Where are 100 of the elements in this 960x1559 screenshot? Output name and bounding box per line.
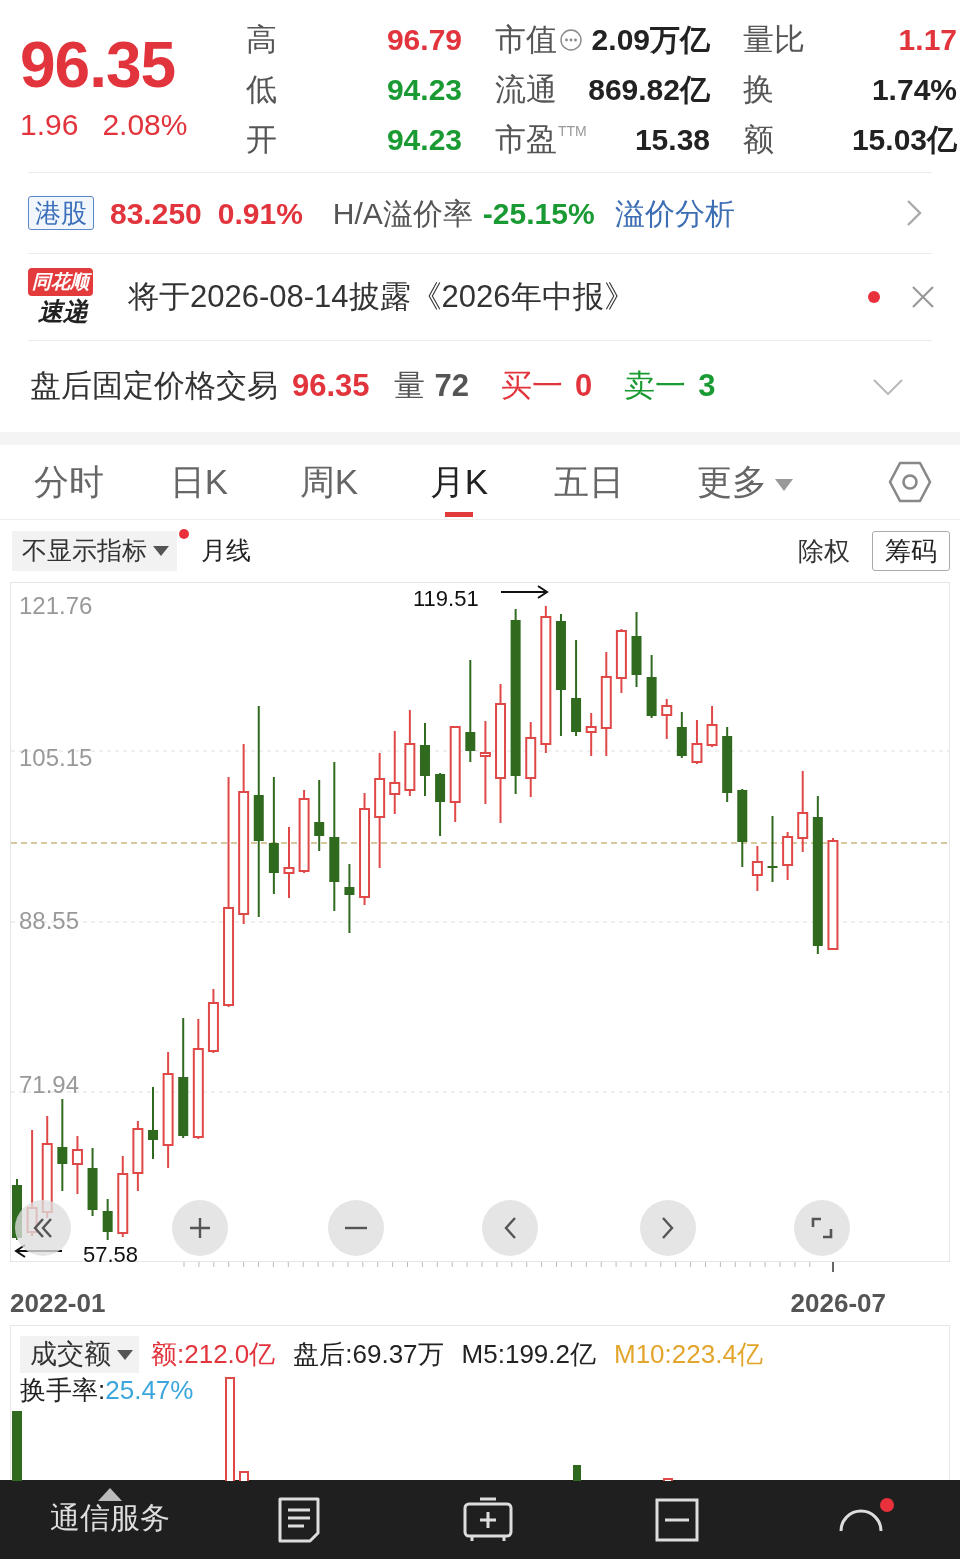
high-price-label: 119.51 <box>413 586 479 611</box>
stat-label: 开 <box>246 121 277 159</box>
candlestick <box>435 772 446 837</box>
next-button[interactable] <box>640 1200 696 1256</box>
after-hours-price: 96.35 <box>292 367 370 406</box>
caret-down-icon <box>153 546 169 556</box>
close-icon[interactable] <box>912 286 934 308</box>
y-axis-label: 88.55 <box>19 907 80 934</box>
stat-label: 市值 <box>495 21 557 59</box>
stat-label: 量比 <box>743 21 805 59</box>
caret-up-icon <box>97 1488 122 1501</box>
chart-tab[interactable]: 日K <box>134 445 264 519</box>
volume-bar <box>12 1411 22 1481</box>
candlestick <box>71 1135 83 1195</box>
candlestick <box>344 863 355 934</box>
legend-value: 额:212.0亿 <box>151 1338 276 1371</box>
notes-icon[interactable] <box>276 1495 321 1544</box>
bid-value: 0 <box>575 367 593 406</box>
volume-value: 72 <box>434 367 470 406</box>
chip-distribution-button[interactable]: 筹码 <box>872 531 950 571</box>
previous-button[interactable] <box>482 1200 538 1256</box>
legend-value: M5:199.2亿 <box>461 1338 596 1371</box>
stat-value: 94.23 <box>386 72 462 108</box>
stat-label: 低 <box>246 71 277 109</box>
stat-label: 高 <box>246 21 277 59</box>
x-axis-label: 2022-01 <box>10 1287 106 1320</box>
settings-icon[interactable] <box>888 461 932 503</box>
candlestick <box>102 1198 113 1241</box>
plus-icon <box>189 1217 211 1239</box>
minus-square-icon[interactable] <box>653 1496 700 1543</box>
hk-price: 83.250 <box>110 195 202 232</box>
chevron-right-icon <box>662 1217 674 1239</box>
logo-subtitle: 速递 <box>37 296 90 326</box>
fullscreen-button[interactable] <box>794 1200 850 1256</box>
double-chevron-left-icon <box>32 1217 54 1239</box>
period-label: 月线 <box>201 535 251 567</box>
stat-label: 市盈$^{TTM}$ <box>495 121 587 159</box>
chart-tab[interactable]: 分时 <box>4 445 134 519</box>
candlestick <box>767 815 778 883</box>
chevron-left-icon <box>504 1217 516 1239</box>
low-price-label: 57.58 <box>83 1242 139 1267</box>
candlestick <box>676 711 687 759</box>
candlestick <box>207 988 219 1054</box>
adjust-toggle[interactable]: 除权 <box>798 531 850 571</box>
candlestick <box>646 654 657 719</box>
ask-value: 3 <box>698 367 716 406</box>
scroll-to-start-button[interactable] <box>15 1200 71 1256</box>
hk-percent-change: 0.91% <box>217 195 303 232</box>
candlestick <box>691 719 703 765</box>
pointer-arrow <box>500 585 549 599</box>
add-window-icon[interactable] <box>461 1495 514 1544</box>
x-axis-label: 2026-07 <box>790 1287 886 1320</box>
expand-icon <box>811 1217 833 1239</box>
stat-label: 换 <box>743 71 774 109</box>
y-axis-label: 105.15 <box>19 744 93 771</box>
candlestick <box>585 712 597 757</box>
stat-value: 15.03亿 <box>851 122 957 158</box>
caret-down-icon <box>775 478 793 491</box>
chart-tab[interactable]: 更多 <box>670 445 820 519</box>
stat-label: 额 <box>743 121 774 159</box>
logo-title: 同花顺 <box>28 268 93 296</box>
legend-value: 盘后:69.37万 <box>293 1338 444 1371</box>
candlestick <box>87 1147 98 1217</box>
y-axis-label: 71.94 <box>19 1071 80 1098</box>
stat-value: 1.17 <box>898 22 957 58</box>
stat-value: 15.38 <box>634 122 710 158</box>
zoom-in-button[interactable] <box>172 1200 228 1256</box>
info-icon[interactable] <box>560 29 582 51</box>
last-price: 96.35 <box>20 33 177 97</box>
candlestick <box>615 628 627 694</box>
premium-analysis-link[interactable]: 溢价分析 <box>614 190 735 236</box>
stat-value: 1.74% <box>871 72 957 108</box>
chart-tab[interactable]: 周K <box>264 445 394 519</box>
price-change: 1.96 <box>20 110 79 140</box>
market-tag: 港股 <box>28 196 94 230</box>
turnover-label: 换手率: <box>20 1375 106 1405</box>
stat-value: 94.23 <box>386 122 462 158</box>
chart-tab[interactable]: 五日 <box>524 445 654 519</box>
arc-icon[interactable] <box>837 1507 884 1532</box>
candlestick <box>706 705 718 748</box>
stat-value: 2.09万亿 <box>591 22 710 58</box>
premium-value: -25.15% <box>482 195 595 232</box>
candlestick <box>132 1120 144 1192</box>
after-hours-label: 盘后固定价格交易 <box>30 367 278 406</box>
candlestick <box>751 845 763 892</box>
y-axis-label: 121.76 <box>19 592 93 619</box>
ask-label: 卖一 <box>624 367 687 406</box>
chevron-right-icon[interactable] <box>906 199 922 227</box>
indicator-dropdown[interactable]: 不显示指标 <box>12 531 177 571</box>
volume-bar <box>573 1465 581 1481</box>
notice-text[interactable]: 将于2026-08-14披露《2026年中报》 <box>128 273 635 321</box>
volume-indicator-dropdown[interactable]: 成交额 <box>20 1336 139 1373</box>
candlestick <box>661 698 673 740</box>
bid-label: 买一 <box>501 367 564 406</box>
candlestick <box>782 831 794 881</box>
chevron-down-icon[interactable] <box>873 378 903 395</box>
caret-down-icon <box>117 1349 133 1360</box>
sector-button[interactable]: 通信服务 <box>49 1480 170 1559</box>
stat-label: 流通 <box>495 71 557 109</box>
premium-label: H/A溢价率 <box>332 195 473 232</box>
